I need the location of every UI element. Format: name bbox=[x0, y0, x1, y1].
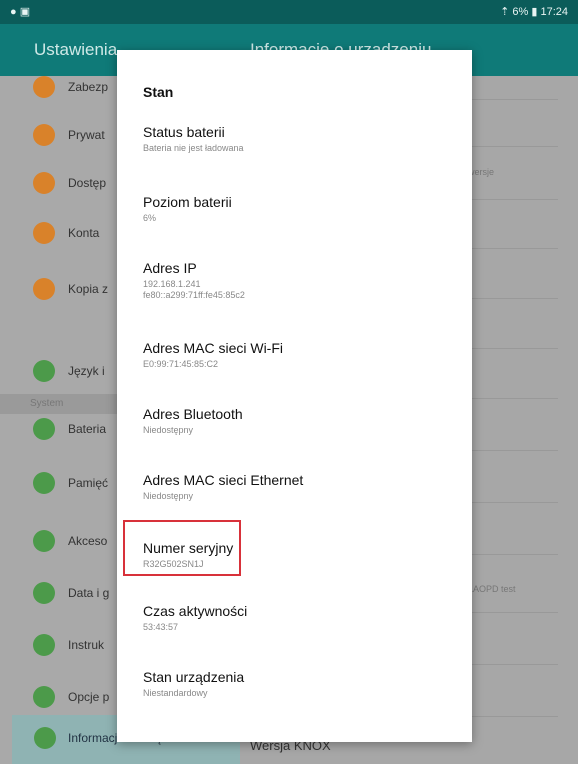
detail-snippet: LAOPD test bbox=[468, 584, 516, 594]
manual-icon bbox=[33, 634, 55, 656]
language-icon bbox=[33, 360, 55, 382]
item-title: Czas aktywności bbox=[143, 603, 248, 619]
item-subtitle-ipv6: fe80::a299:71ff:fe45:85c2 bbox=[143, 290, 245, 300]
menu-item-label: Prywat bbox=[68, 128, 105, 142]
menu-item-label: Kopia z bbox=[68, 282, 109, 296]
wifi-mac-item[interactable]: Adres MAC sieci Wi-Fi E0:99:71:45:85:C2 bbox=[143, 340, 443, 370]
device-status-item[interactable]: Stan urządzenia Niestandardowy bbox=[143, 669, 443, 699]
security-icon bbox=[33, 76, 55, 98]
item-subtitle: 6% bbox=[143, 213, 157, 223]
status-left-icons: ● ▣ bbox=[10, 6, 31, 18]
status-bar: ● ▣ ⇡ 6% ▮ 17:24 bbox=[0, 0, 578, 24]
menu-item-label: Opcje p bbox=[68, 690, 110, 704]
serial-number-item[interactable]: Numer seryjny R32G502SN1J bbox=[143, 540, 443, 570]
item-title: Adres IP bbox=[143, 260, 197, 276]
ip-address-item[interactable]: Adres IP 192.168.1.241 fe80::a299:71ff:f… bbox=[143, 260, 443, 301]
item-subtitle: 192.168.1.241 bbox=[143, 279, 201, 289]
item-title: Poziom baterii bbox=[143, 194, 232, 210]
item-subtitle: Bateria nie jest ładowana bbox=[143, 143, 244, 153]
menu-item-label: Instruk bbox=[68, 638, 105, 652]
ethernet-mac-item[interactable]: Adres MAC sieci Ethernet Niedostępny bbox=[143, 472, 443, 502]
item-subtitle: Niedostępny bbox=[143, 425, 194, 435]
menu-item-label: Pamięć bbox=[68, 476, 109, 490]
battery-status-item[interactable]: Status baterii Bateria nie jest ładowana bbox=[143, 124, 443, 154]
menu-item-label: Konta bbox=[68, 226, 100, 240]
accessibility-icon bbox=[33, 172, 55, 194]
item-title: Numer seryjny bbox=[143, 540, 234, 556]
item-subtitle: Niestandardowy bbox=[143, 688, 208, 698]
menu-item-label: Zabezp bbox=[68, 80, 109, 94]
battery-icon bbox=[33, 418, 55, 440]
storage-icon bbox=[33, 472, 55, 494]
menu-item-label: Akceso bbox=[68, 534, 108, 548]
developer-icon bbox=[33, 686, 55, 708]
menu-item-label: Data i g bbox=[68, 586, 110, 600]
backup-icon bbox=[33, 278, 55, 300]
status-right-indicators: ⇡ 6% ▮ 17:24 bbox=[500, 6, 568, 18]
item-subtitle: E0:99:71:45:85:C2 bbox=[143, 359, 219, 369]
item-subtitle: Niedostępny bbox=[143, 491, 194, 501]
accessories-icon bbox=[33, 530, 55, 552]
item-title: Adres MAC sieci Ethernet bbox=[143, 472, 304, 488]
privacy-icon bbox=[33, 124, 55, 146]
app-title[interactable]: Ustawienia bbox=[34, 40, 117, 60]
uptime-item[interactable]: Czas aktywności 53:43:57 bbox=[143, 603, 443, 633]
bluetooth-address-item[interactable]: Adres Bluetooth Niedostępny bbox=[143, 406, 443, 436]
item-subtitle: 53:43:57 bbox=[143, 622, 179, 632]
info-icon bbox=[34, 727, 56, 749]
status-dialog: Stan Status baterii Bateria nie jest ład… bbox=[117, 50, 472, 742]
clock-icon bbox=[33, 582, 55, 604]
item-title: Adres MAC sieci Wi-Fi bbox=[143, 340, 284, 356]
item-title: Adres Bluetooth bbox=[143, 406, 243, 422]
battery-level-item[interactable]: Poziom baterii 6% bbox=[143, 194, 443, 224]
item-subtitle: R32G502SN1J bbox=[143, 559, 204, 569]
menu-item-label: Język i bbox=[68, 364, 105, 378]
menu-item-label: Bateria bbox=[68, 422, 107, 436]
accounts-icon bbox=[33, 222, 55, 244]
dialog-title: Stan bbox=[143, 84, 174, 100]
item-title: Status baterii bbox=[143, 124, 225, 140]
item-title: Stan urządzenia bbox=[143, 669, 245, 685]
menu-item-label: Dostęp bbox=[68, 176, 107, 190]
